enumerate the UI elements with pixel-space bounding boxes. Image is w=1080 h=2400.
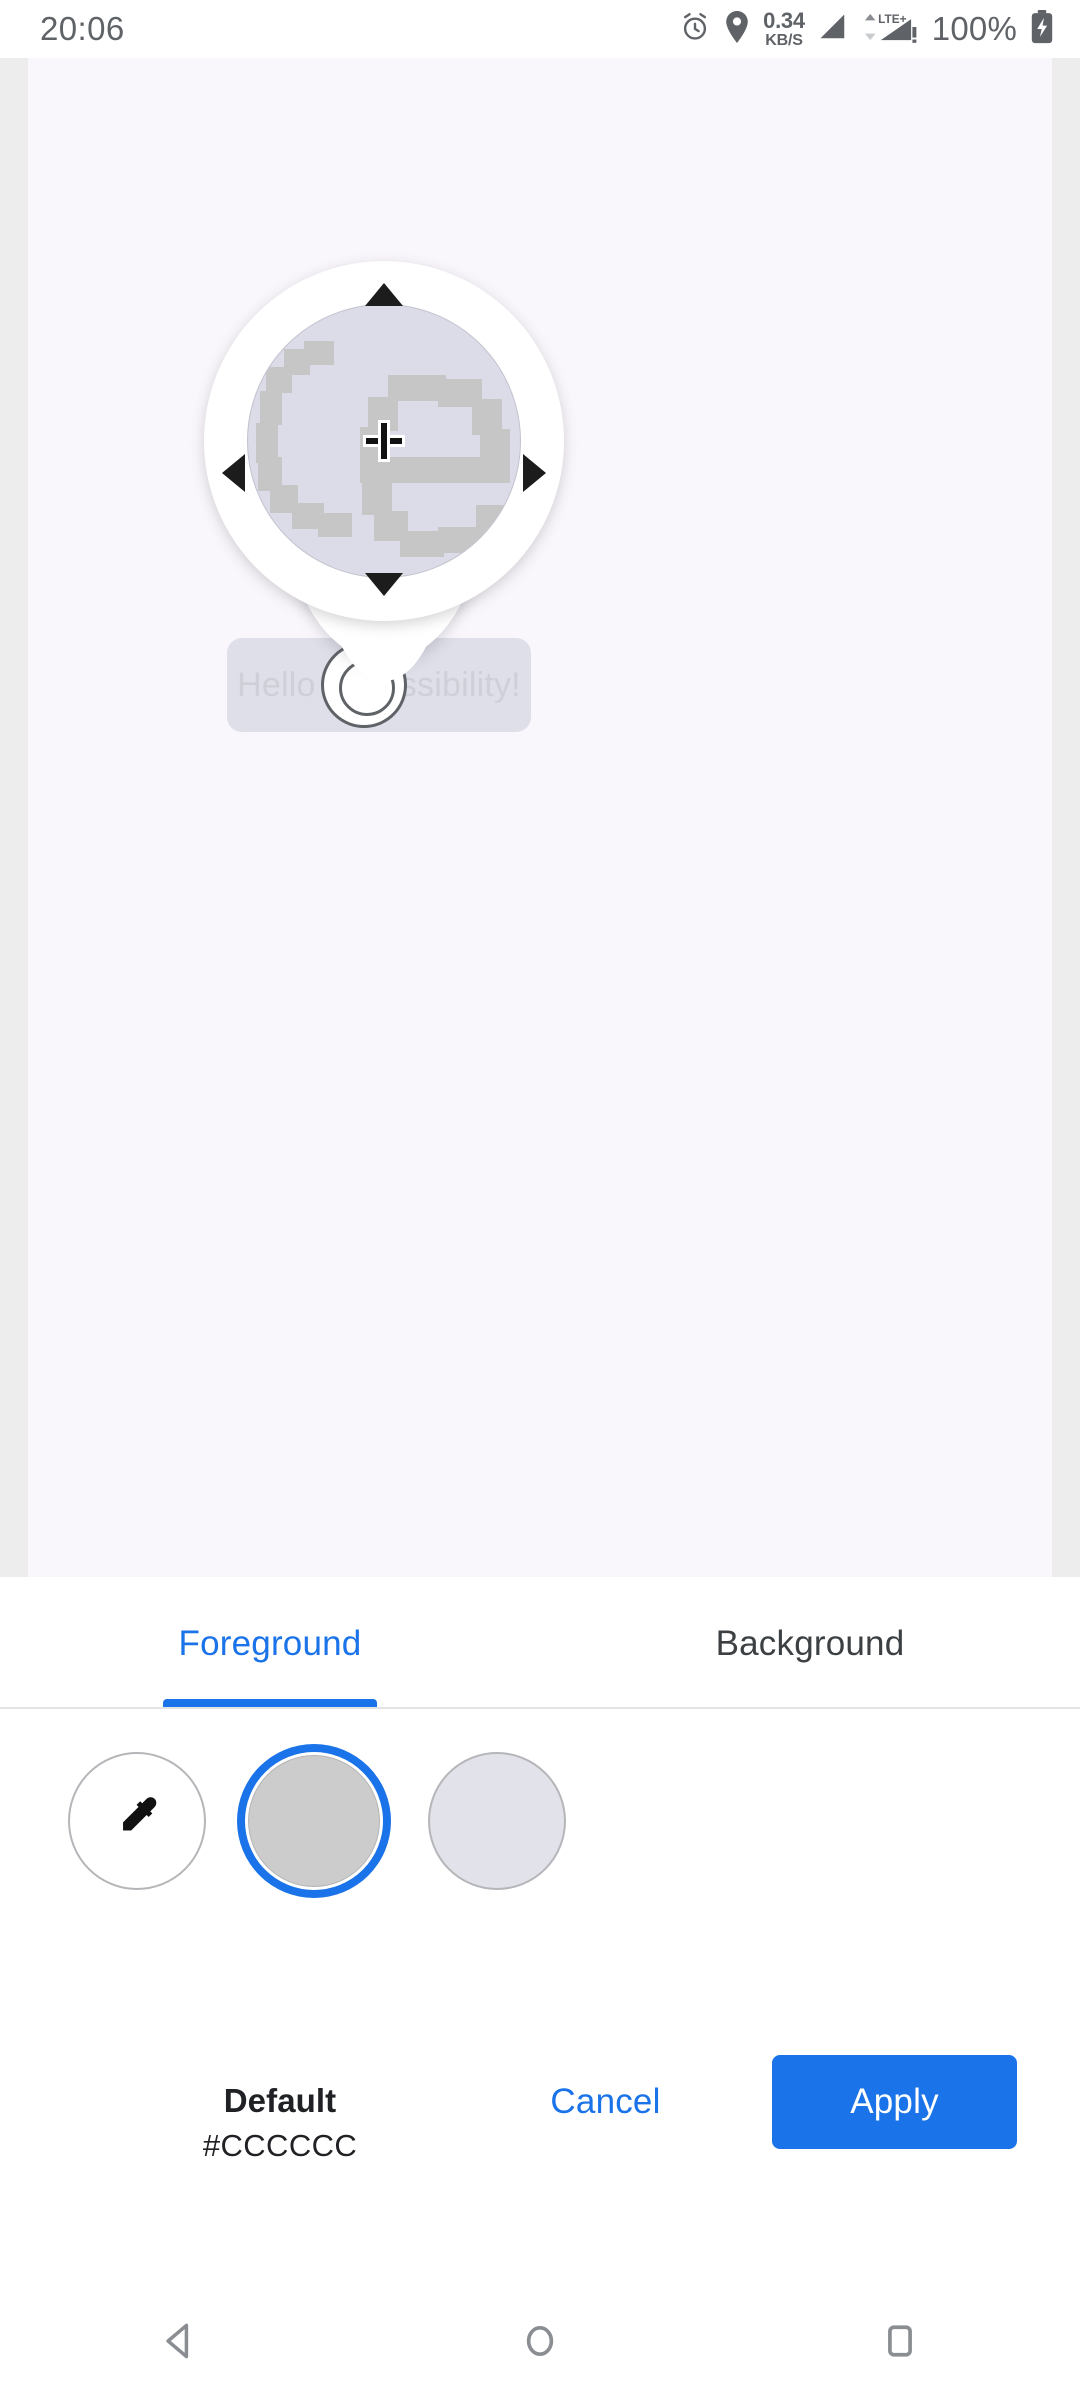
back-button[interactable] [0, 2319, 360, 2363]
svg-text:LTE+: LTE+ [878, 12, 907, 26]
status-bar-clock: 20:06 [40, 10, 125, 47]
system-navigation-bar [0, 2282, 1080, 2400]
battery-percent-label: 100% [931, 10, 1017, 47]
color-picker-sheet: Foreground Background Default #CCCCCC Ca… [0, 1577, 1080, 2282]
tab-background-label: Background [715, 1623, 905, 1663]
sheet-actions: Cancel Apply [0, 2037, 1080, 2167]
color-swatch-default[interactable] [245, 1752, 383, 1890]
tab-foreground-label: Foreground [178, 1623, 362, 1663]
tab-foreground[interactable]: Foreground [0, 1577, 540, 1710]
loupe-arrow-down-icon[interactable] [365, 573, 403, 596]
recents-button[interactable] [720, 2319, 1080, 2363]
loupe-crosshair-icon [366, 423, 402, 459]
network-type-icon: LTE+ [861, 11, 919, 48]
eyedropper-icon [110, 1792, 164, 1851]
apply-button[interactable]: Apply [772, 2055, 1017, 2149]
color-picker-loupe[interactable] [204, 261, 564, 685]
cancel-button[interactable]: Cancel [513, 2059, 698, 2145]
color-swatch-alternate[interactable] [428, 1752, 566, 1890]
preview-canvas[interactable]: Hello Accessibility! [28, 58, 1052, 1577]
preview-area: Hello Accessibility! [0, 58, 1080, 1577]
signal-bars-icon [818, 12, 848, 47]
tab-active-indicator [163, 1699, 377, 1707]
data-rate-unit: KB/S [765, 31, 803, 49]
battery-charging-icon [1030, 9, 1054, 49]
eyedropper-button[interactable] [68, 1752, 206, 1890]
data-rate-value: 0.34 [763, 7, 805, 33]
loupe-arrow-up-icon[interactable] [365, 283, 403, 306]
tab-background[interactable]: Background [540, 1577, 1080, 1710]
status-bar-icons: 0.34 KB/S LTE+ 100% [679, 7, 1054, 49]
loupe-arrow-left-icon[interactable] [222, 454, 245, 492]
loupe-arrow-right-icon[interactable] [523, 454, 546, 492]
data-rate-indicator: 0.34 KB/S [763, 7, 805, 49]
location-pin-icon [724, 10, 750, 48]
home-button[interactable] [360, 2319, 720, 2363]
screen-root: 20:06 0.34 KB/S LTE+ 100% Hello Accessib… [0, 0, 1080, 2400]
loupe-magnified-view [247, 304, 521, 578]
tab-bar-divider [0, 1707, 1080, 1709]
alarm-icon [679, 11, 711, 48]
status-bar: 20:06 0.34 KB/S LTE+ 100% [0, 0, 1080, 58]
color-swatch-row: Default #CCCCCC [0, 1752, 1080, 2163]
tab-bar: Foreground Background [0, 1577, 1080, 1710]
